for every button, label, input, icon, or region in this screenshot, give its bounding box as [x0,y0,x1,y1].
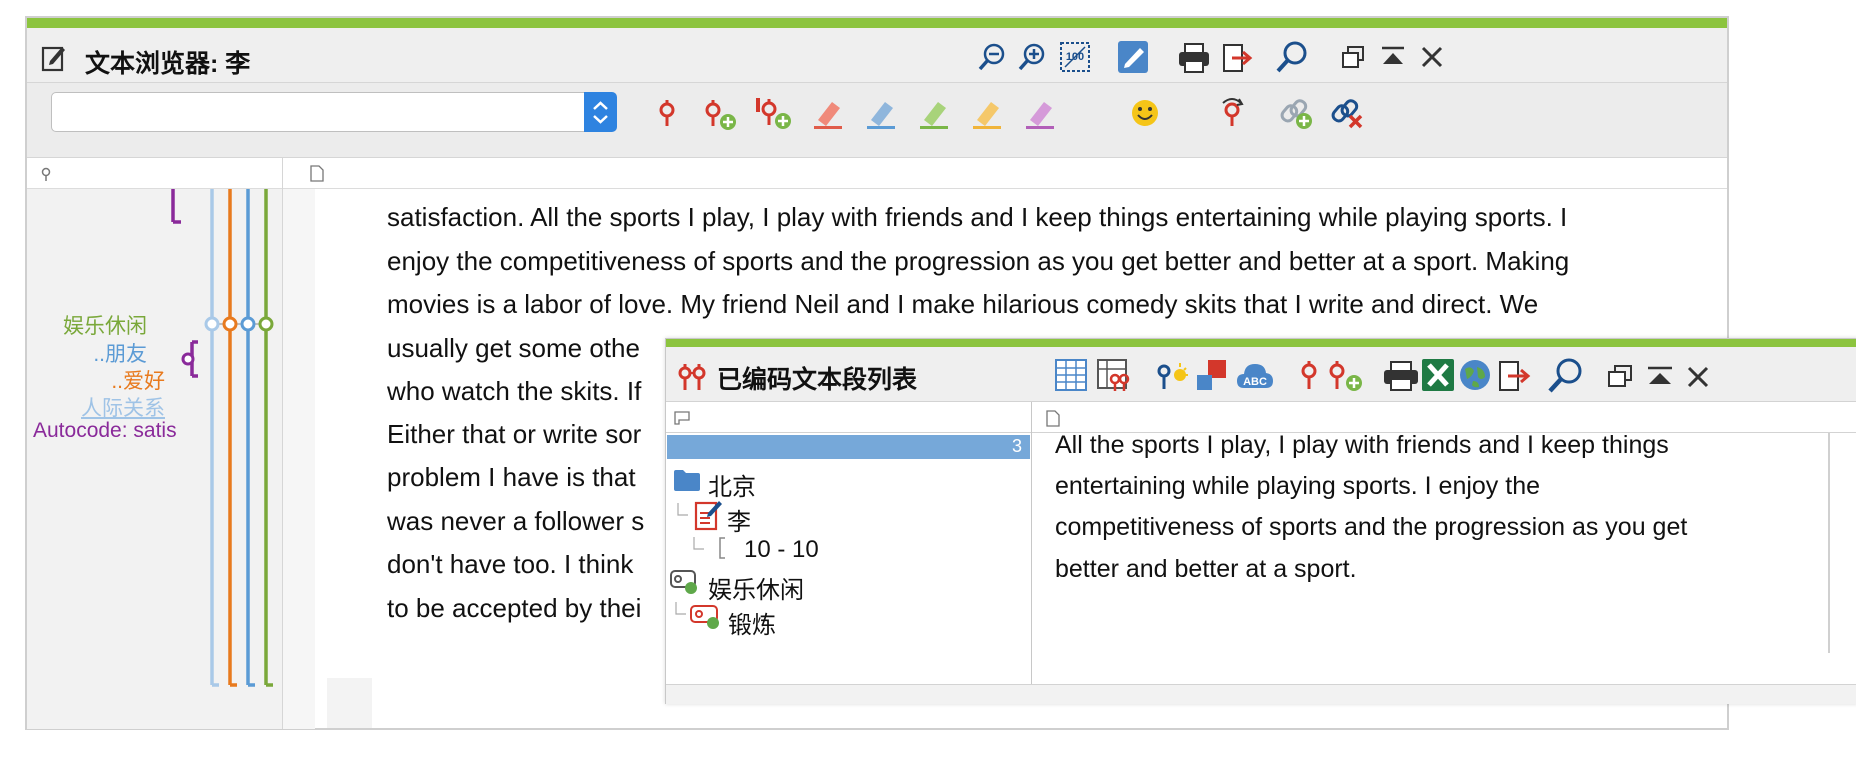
segment-count: 3 [1011,436,1022,456]
code-new-icon[interactable] [1326,359,1364,393]
close-icon[interactable] [1420,45,1444,69]
title-bar: 文本浏览器: 李 100 [27,28,1727,83]
popup-accent-bar [666,339,1856,347]
autocode-stripe-top[interactable] [170,189,182,225]
code-icon[interactable] [1297,359,1321,391]
document-text-line[interactable]: who watch the skits. If [387,376,641,407]
tree-item-code-parent[interactable]: 娱乐休闲 [708,570,804,605]
minimize-window-icon[interactable] [1646,365,1674,387]
code-in-vivo-icon[interactable] [755,96,793,132]
document-text-line[interactable]: Either that or write sor [387,419,641,450]
code-icon[interactable] [654,98,680,128]
minimize-window-icon[interactable] [1380,45,1406,67]
tree-divider [1031,402,1032,684]
export-icon[interactable] [1498,360,1531,392]
segment-text-line[interactable]: All the sports I play, I play with frien… [1055,431,1669,460]
zoom-in-icon[interactable] [1017,42,1047,72]
tree-connector [692,537,706,553]
code-matrix-icon[interactable] [1097,359,1131,393]
tree-count-bar[interactable]: 3 [667,435,1030,459]
tree-item-position[interactable]: 10 - 10 [744,536,819,564]
paragraph-gutter [283,189,315,729]
combo-dropdown-button[interactable] [584,92,617,132]
link-add-icon[interactable] [1280,97,1314,131]
highlight-green-icon[interactable] [918,96,952,130]
code-tag-icon [669,567,701,595]
autocode-stripe-marker[interactable] [180,340,200,380]
document-text-line[interactable]: don't have too. I think [387,549,633,580]
zoom-100-icon[interactable]: 100 [1059,41,1091,73]
window-accent-bar [27,18,1727,28]
web-export-icon[interactable] [1459,359,1491,391]
code-label-leisure[interactable]: 娱乐休闲 [63,310,147,340]
undo-code-icon[interactable] [1217,97,1247,129]
code-label-relationships[interactable]: 人际关系 [81,392,165,422]
code-combo-box[interactable] [51,92,613,132]
tree-column-icon [674,411,690,425]
print-icon[interactable] [1177,42,1211,74]
tree-item-code-child[interactable]: 锻炼 [728,605,776,640]
smart-code-icon[interactable] [1154,359,1190,393]
search-icon[interactable] [1546,357,1584,395]
tree-item-document[interactable]: 李 [727,502,751,537]
code-new-icon[interactable] [702,98,738,132]
search-icon[interactable] [1275,40,1309,74]
segment-text-line[interactable]: competitiveness of sports and the progre… [1055,513,1687,542]
paragraph-gutter-end [327,678,372,728]
document-text-line[interactable]: movies is a labor of love. My friend Nei… [387,289,1538,320]
document-text-line[interactable]: usually get some othe [387,333,640,364]
export-icon[interactable] [1222,43,1253,73]
segment-text-line[interactable]: entertaining while playing sports. I enj… [1055,472,1540,501]
tree-connector [674,602,688,618]
color-code-icon[interactable] [1196,359,1228,391]
word-cloud-icon[interactable]: ABC [1236,358,1274,392]
highlight-purple-icon[interactable] [1024,96,1058,130]
emoticon-icon[interactable] [1130,98,1160,128]
document-text-line[interactable]: satisfaction. All the sports I play, I p… [387,202,1567,233]
position-bracket-icon [717,536,727,560]
tree-item-group[interactable]: 北京 [708,467,756,502]
document-text-line[interactable]: problem I have is that [387,462,636,493]
popup-column-header-row [666,402,1856,433]
segment-text-line[interactable]: better and better at a sport. [1055,555,1357,584]
popup-status-bar [666,684,1856,704]
document-text-line[interactable]: enjoy the competitiveness of sports and … [387,246,1569,277]
document-text-line[interactable]: to be accepted by thei [387,593,641,624]
folder-icon [673,468,701,492]
popup-title: 已编码文本段列表 [717,366,918,394]
restore-window-icon[interactable] [1606,363,1634,389]
highlight-red-icon[interactable] [812,96,846,130]
code-label-hobbies[interactable]: ..爱好 [111,365,165,395]
svg-text:ABC: ABC [1243,376,1267,388]
code-label-autocode[interactable]: Autocode: satis [33,419,193,443]
coded-segments-icon [676,362,708,392]
document-text-line[interactable]: was never a follower s [387,506,644,537]
code-column-icon [39,166,53,182]
code-tag-icon [689,602,723,630]
coding-stripes[interactable] [197,189,277,689]
edit-mode-icon[interactable] [1117,40,1149,74]
popup-title-bar: 已编码文本段列表 ABC [666,347,1856,402]
table-view-icon[interactable] [1055,359,1087,391]
excel-export-icon[interactable] [1421,358,1455,392]
code-label-friends[interactable]: ..朋友 [93,338,147,368]
restore-window-icon[interactable] [1340,44,1366,70]
close-icon[interactable] [1686,365,1710,389]
document-column-icon [310,165,324,182]
highlight-yellow-icon[interactable] [971,96,1005,130]
window-title: 文本浏览器: 李 [85,50,251,78]
edit-document-icon [41,44,67,72]
tree-connector [676,503,690,519]
document-icon [694,499,722,531]
link-remove-icon[interactable] [1331,97,1365,131]
retrieved-segments-window: 已编码文本段列表 ABC 3 北京 李 10 - 10 娱乐休闲 锻炼 All … [665,338,1856,704]
highlight-blue-icon[interactable] [865,96,899,130]
zoom-out-icon[interactable] [977,42,1007,72]
segment-column-icon [1046,410,1060,427]
segment-scrollbar[interactable] [1828,433,1830,653]
print-icon[interactable] [1382,360,1420,392]
